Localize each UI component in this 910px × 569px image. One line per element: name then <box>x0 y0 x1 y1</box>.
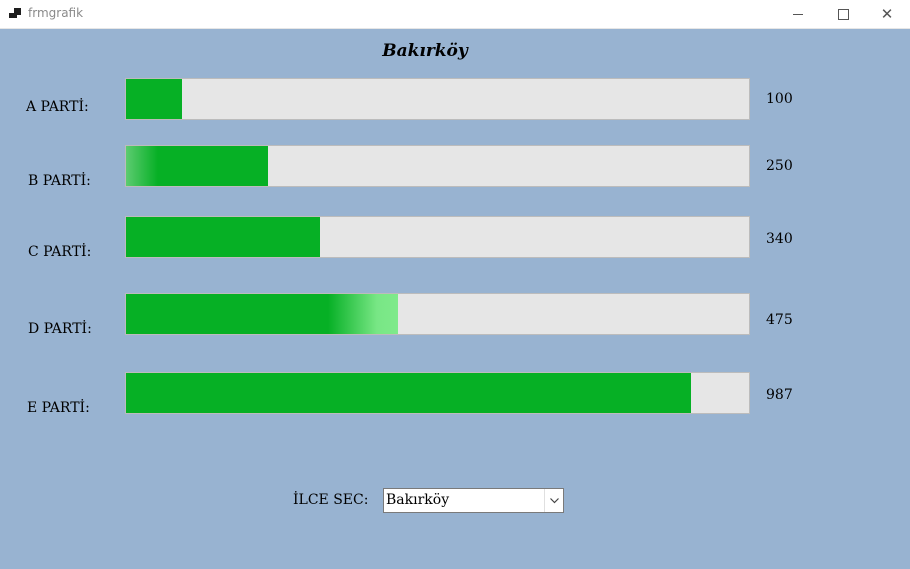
title-bar: frmgrafik ✕ <box>0 0 910 29</box>
party-a-value: 100 <box>766 91 793 107</box>
form-client-area: Bakırköy A PARTİ: 100 B PARTİ: 250 C PAR… <box>0 29 910 569</box>
party-a-progress-fill <box>126 79 183 119</box>
close-button[interactable]: ✕ <box>864 0 910 28</box>
party-a-label: A PARTİ: <box>26 99 89 115</box>
party-b-value: 250 <box>766 158 793 174</box>
party-a-progress-bar <box>125 78 750 120</box>
party-c-progress-bar <box>125 216 750 258</box>
app-icon <box>9 8 21 20</box>
close-icon: ✕ <box>880 5 894 23</box>
party-b-progress-bar <box>125 145 750 187</box>
party-c-label: C PARTİ: <box>28 244 92 260</box>
party-e-progress-fill <box>126 373 692 413</box>
party-c-value: 340 <box>766 231 793 247</box>
party-b-progress-fill <box>126 146 269 186</box>
ilce-label: İLCE SEC: <box>293 492 369 508</box>
party-d-progress-bar <box>125 293 750 335</box>
party-d-progress-fill <box>126 294 398 334</box>
window-title: frmgrafik <box>28 6 84 20</box>
party-b-label: B PARTİ: <box>28 173 91 189</box>
ilce-select[interactable]: Bakırköy <box>383 488 564 513</box>
party-c-progress-fill <box>126 217 320 257</box>
party-e-progress-bar <box>125 372 750 414</box>
party-d-label: D PARTİ: <box>28 321 92 337</box>
chevron-down-icon[interactable] <box>544 489 563 512</box>
minimize-button[interactable] <box>775 0 821 28</box>
party-d-value: 475 <box>766 312 793 328</box>
maximize-button[interactable] <box>820 0 866 28</box>
district-title: Bakırköy <box>382 41 468 61</box>
ilce-selected-value: Bakırköy <box>386 492 450 508</box>
party-e-label: E PARTİ: <box>27 400 90 416</box>
maximize-icon <box>837 8 849 20</box>
minimize-icon <box>793 13 803 15</box>
party-e-value: 987 <box>766 387 793 403</box>
